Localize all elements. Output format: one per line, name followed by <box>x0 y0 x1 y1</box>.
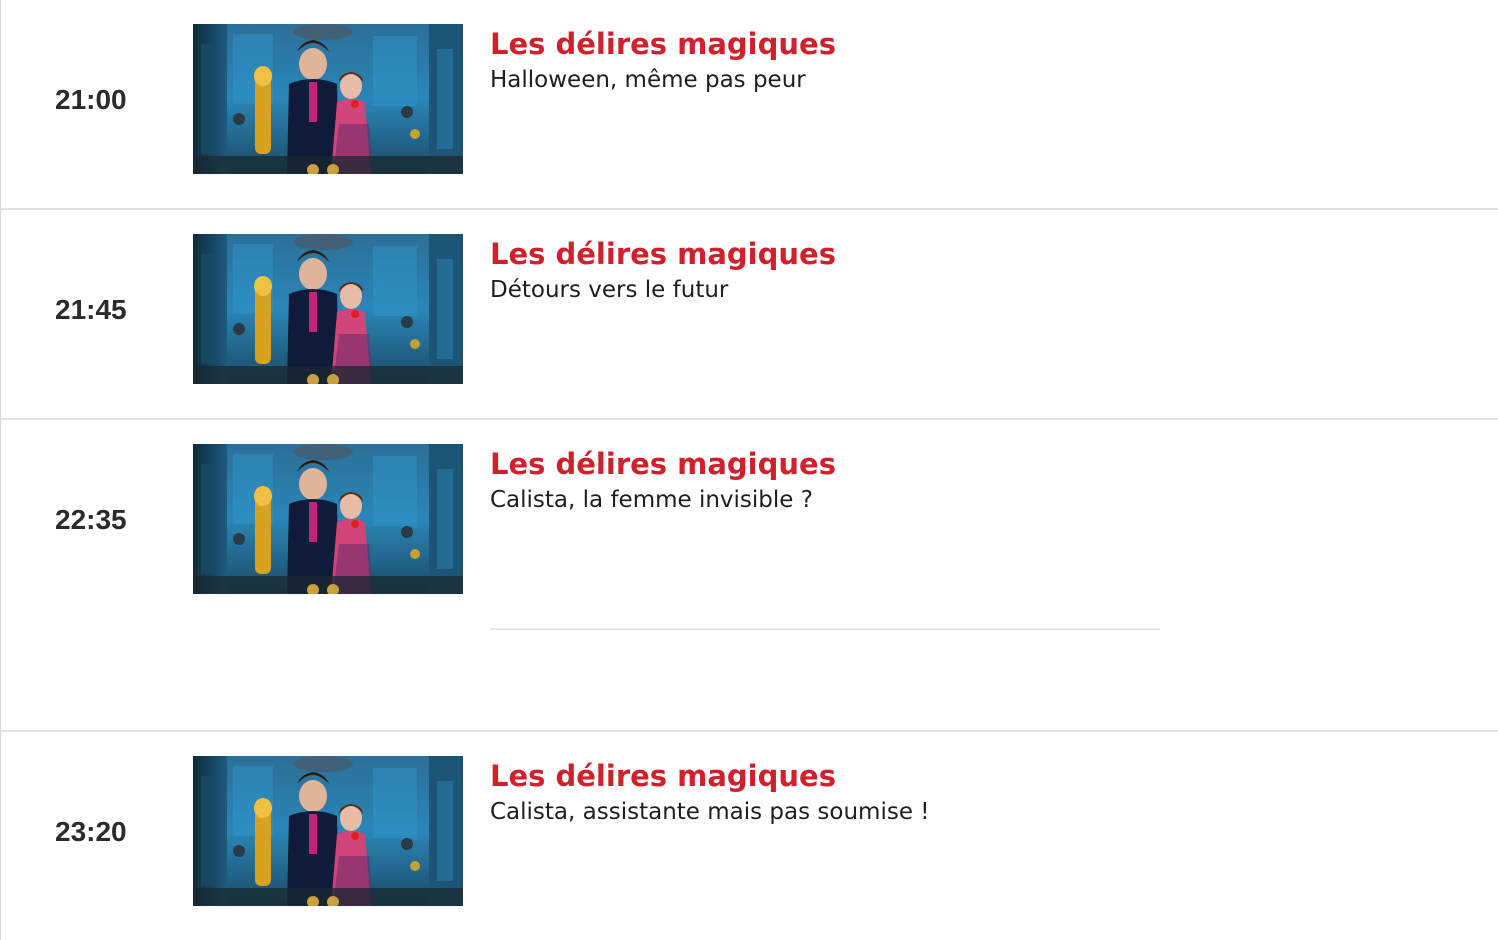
content-divider <box>490 628 1160 630</box>
episode-title: Calista, assistante mais pas soumise ! <box>490 799 930 825</box>
program-thumbnail[interactable] <box>193 444 463 594</box>
program-row[interactable]: 21:45 Les délires magiques Détours vers … <box>1 210 1498 418</box>
program-title[interactable]: Les délires magiques <box>490 240 836 269</box>
program-title[interactable]: Les délires magiques <box>490 762 836 791</box>
episode-title: Détours vers le futur <box>490 277 729 303</box>
tv-show-still-image <box>193 24 463 174</box>
tv-schedule-list: 21:00 Les délires magiques Halloween, mê… <box>0 0 1498 940</box>
tv-show-still-image <box>193 234 463 384</box>
program-title[interactable]: Les délires magiques <box>490 30 836 59</box>
program-time: 22:35 <box>55 504 127 535</box>
program-row[interactable]: 21:00 Les délires magiques Halloween, mê… <box>1 0 1498 209</box>
program-thumbnail[interactable] <box>193 24 463 174</box>
program-title[interactable]: Les délires magiques <box>490 450 836 479</box>
program-time: 21:00 <box>55 84 127 115</box>
tv-show-still-image <box>193 756 463 906</box>
program-row[interactable]: 23:20 Les délires magiques Calista, assi… <box>1 732 1498 940</box>
program-row[interactable]: 22:35 Les délires magiques Calista, la f… <box>1 420 1498 730</box>
program-time: 23:20 <box>55 816 127 847</box>
episode-title: Halloween, même pas peur <box>490 67 806 93</box>
program-thumbnail[interactable] <box>193 756 463 906</box>
program-time: 21:45 <box>55 294 127 325</box>
tv-show-still-image <box>193 444 463 594</box>
program-thumbnail[interactable] <box>193 234 463 384</box>
episode-title: Calista, la femme invisible ? <box>490 487 813 513</box>
